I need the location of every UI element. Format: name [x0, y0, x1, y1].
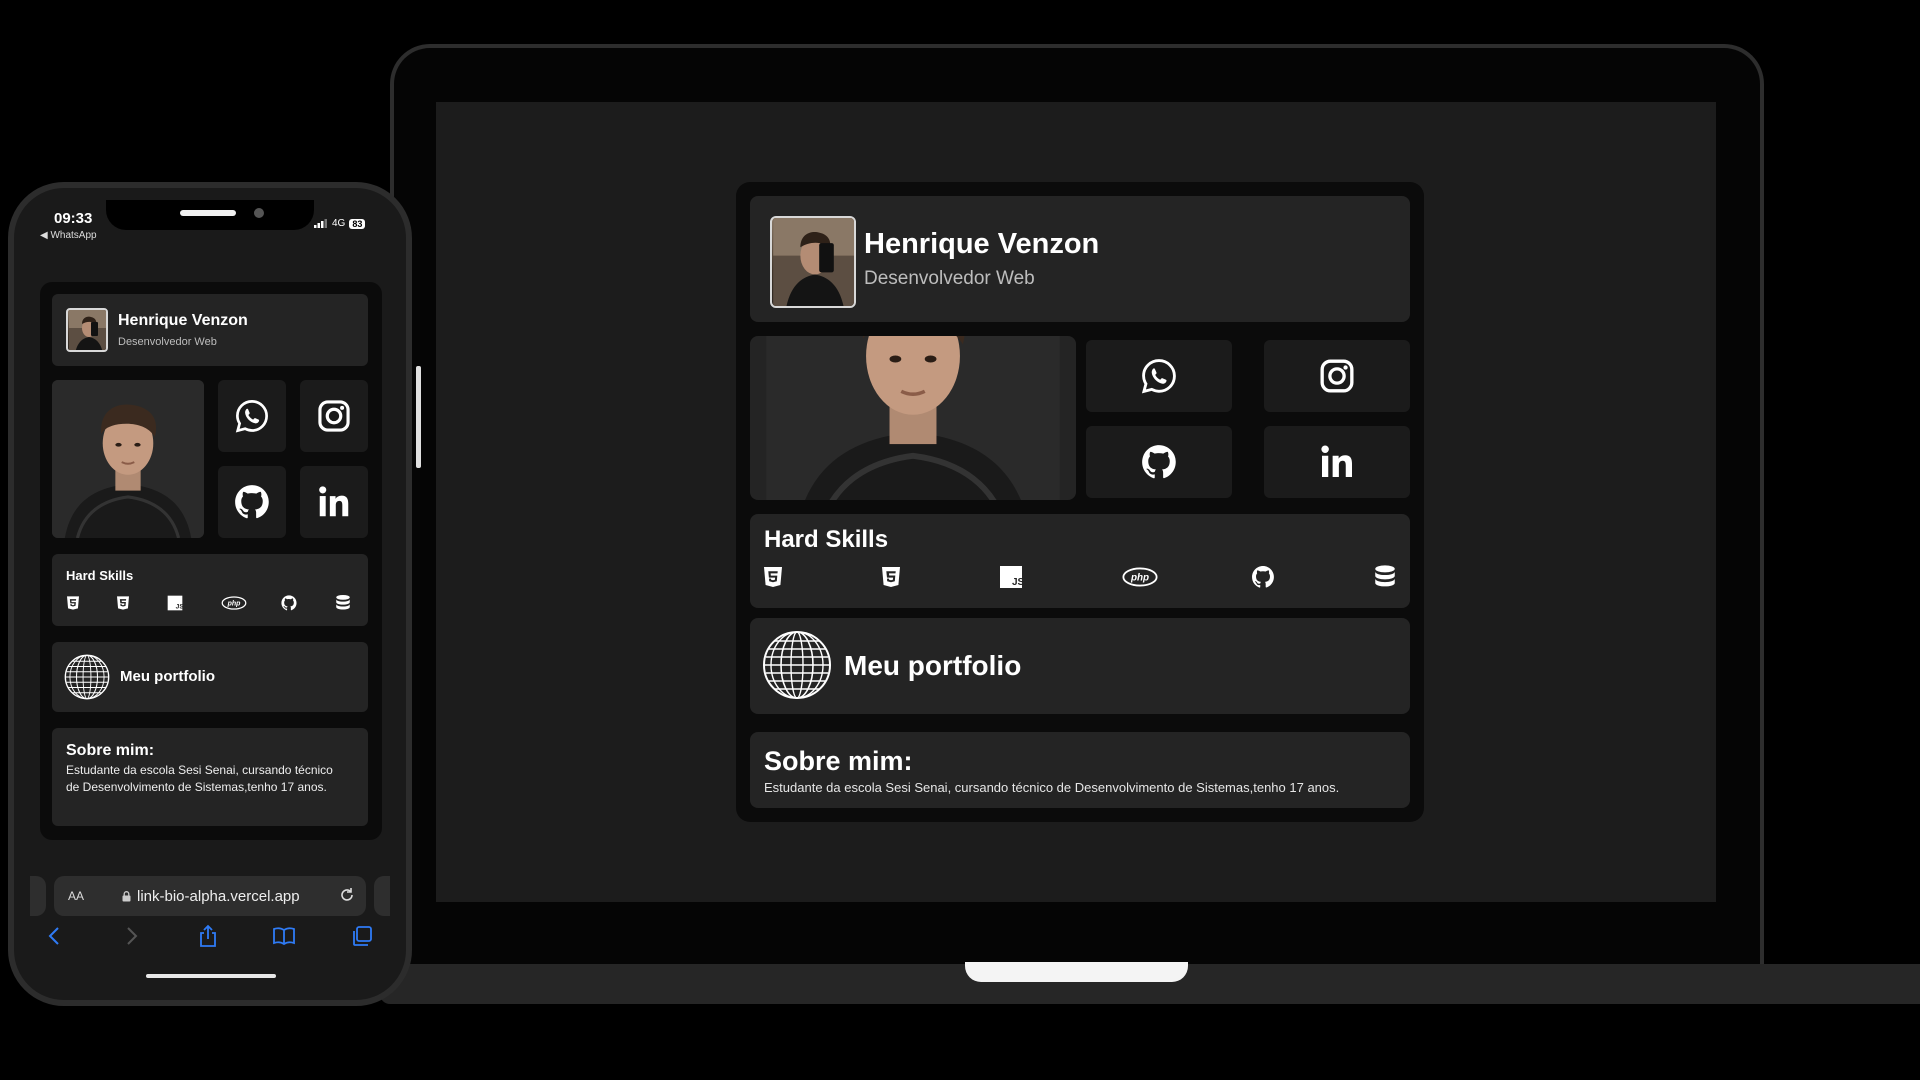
phone-side-button [416, 366, 421, 468]
reload-icon[interactable] [338, 886, 356, 904]
status-time: 09:33 [54, 210, 93, 227]
phone-speaker [180, 210, 236, 216]
share-icon [200, 924, 216, 947]
linkedin-link[interactable] [300, 466, 368, 538]
profile-role: Desenvolvedor Web [118, 336, 217, 348]
php-icon [220, 594, 248, 612]
profile-header: Henrique Venzon Desenvolvedor Web [52, 294, 368, 366]
javascript-icon [998, 564, 1024, 590]
instagram-link[interactable] [300, 380, 368, 452]
css3-icon [114, 594, 132, 612]
github-icon [1250, 564, 1276, 590]
devices-mockup-stage: Henrique Venzon Desenvolvedor Web Hard S… [0, 0, 1920, 1080]
address-bar[interactable]: AA link-bio-alpha.vercel.app [54, 876, 366, 916]
linkedin-link[interactable] [1264, 426, 1410, 498]
tabs-icon [353, 926, 372, 946]
forward-button[interactable] [120, 924, 144, 948]
github-icon [1139, 442, 1179, 482]
hard-skills-section: Hard Skills [750, 514, 1410, 608]
laptop-trackpad-notch [965, 962, 1188, 982]
hard-skills-section: Hard Skills [52, 554, 368, 626]
linkedin-icon [1317, 442, 1357, 482]
whatsapp-icon [234, 398, 270, 434]
chevron-left-icon [48, 927, 59, 945]
html5-icon [760, 564, 786, 590]
html5-icon [64, 594, 82, 612]
whatsapp-link[interactable] [1086, 340, 1232, 412]
database-icon [1372, 564, 1398, 590]
profile-name: Henrique Venzon [864, 228, 1100, 260]
github-icon [280, 594, 298, 612]
profile-photo [52, 380, 204, 538]
about-section: Sobre mim: Estudante da escola Sesi Sena… [52, 728, 368, 826]
instagram-link[interactable] [1264, 340, 1410, 412]
instagram-icon [1318, 357, 1356, 395]
portfolio-link[interactable]: Meu portfolio [52, 642, 368, 712]
portfolio-label: Meu portfolio [844, 650, 1022, 681]
hard-skills-title: Hard Skills [66, 568, 134, 583]
globe-icon [64, 654, 110, 700]
portfolio-link[interactable]: Meu portfolio [750, 618, 1410, 714]
back-button[interactable] [42, 924, 66, 948]
status-bar-right: 4G 83 [314, 218, 366, 229]
back-to-app-link[interactable]: ◀ WhatsApp [40, 230, 97, 241]
reader-settings-button[interactable]: AA [68, 889, 84, 903]
globe-icon [762, 630, 832, 700]
url-display[interactable]: link-bio-alpha.vercel.app [122, 888, 300, 905]
bookmarks-button[interactable] [272, 924, 296, 948]
about-title: Sobre mim: [764, 746, 913, 776]
lock-icon [122, 890, 131, 901]
database-icon [334, 594, 352, 612]
profile-photo [750, 336, 1076, 500]
about-text: Estudante da escola Sesi Senai, cursando… [66, 763, 333, 794]
chevron-right-icon [127, 927, 138, 945]
mobile-link-bio-card: Henrique Venzon Desenvolvedor Web Hard S… [40, 282, 382, 840]
about-section: Sobre mim: Estudante da escola Sesi Sena… [750, 732, 1410, 808]
portfolio-label: Meu portfolio [120, 668, 215, 685]
book-icon [273, 927, 295, 946]
linkedin-icon [315, 483, 353, 521]
previous-tab-edge[interactable] [30, 876, 46, 916]
hard-skills-title: Hard Skills [764, 526, 889, 553]
javascript-icon [166, 594, 184, 612]
network-label: 4G [332, 218, 346, 229]
github-icon [232, 482, 272, 522]
desktop-link-bio-card: Henrique Venzon Desenvolvedor Web Hard S… [736, 182, 1424, 822]
profile-header: Henrique Venzon Desenvolvedor Web [750, 196, 1410, 322]
instagram-icon [316, 398, 352, 434]
share-button[interactable] [196, 924, 220, 948]
url-text: link-bio-alpha.vercel.app [137, 887, 300, 905]
next-tab-edge[interactable] [374, 876, 390, 916]
css3-icon [878, 564, 904, 590]
about-text: Estudante da escola Sesi Senai, cursando… [764, 780, 1340, 795]
phone-camera [254, 208, 264, 218]
about-title: Sobre mim: [66, 742, 155, 759]
battery-icon: 83 [349, 218, 366, 229]
avatar [66, 308, 108, 352]
github-link[interactable] [218, 466, 286, 538]
avatar [770, 216, 856, 308]
tabs-button[interactable] [350, 924, 374, 948]
home-indicator [146, 974, 276, 978]
profile-role: Desenvolvedor Web [864, 268, 1035, 289]
whatsapp-link[interactable] [218, 380, 286, 452]
php-icon [1120, 564, 1160, 590]
signal-icon [314, 219, 327, 228]
github-link[interactable] [1086, 426, 1232, 498]
whatsapp-icon [1140, 357, 1178, 395]
profile-name: Henrique Venzon [118, 312, 248, 329]
